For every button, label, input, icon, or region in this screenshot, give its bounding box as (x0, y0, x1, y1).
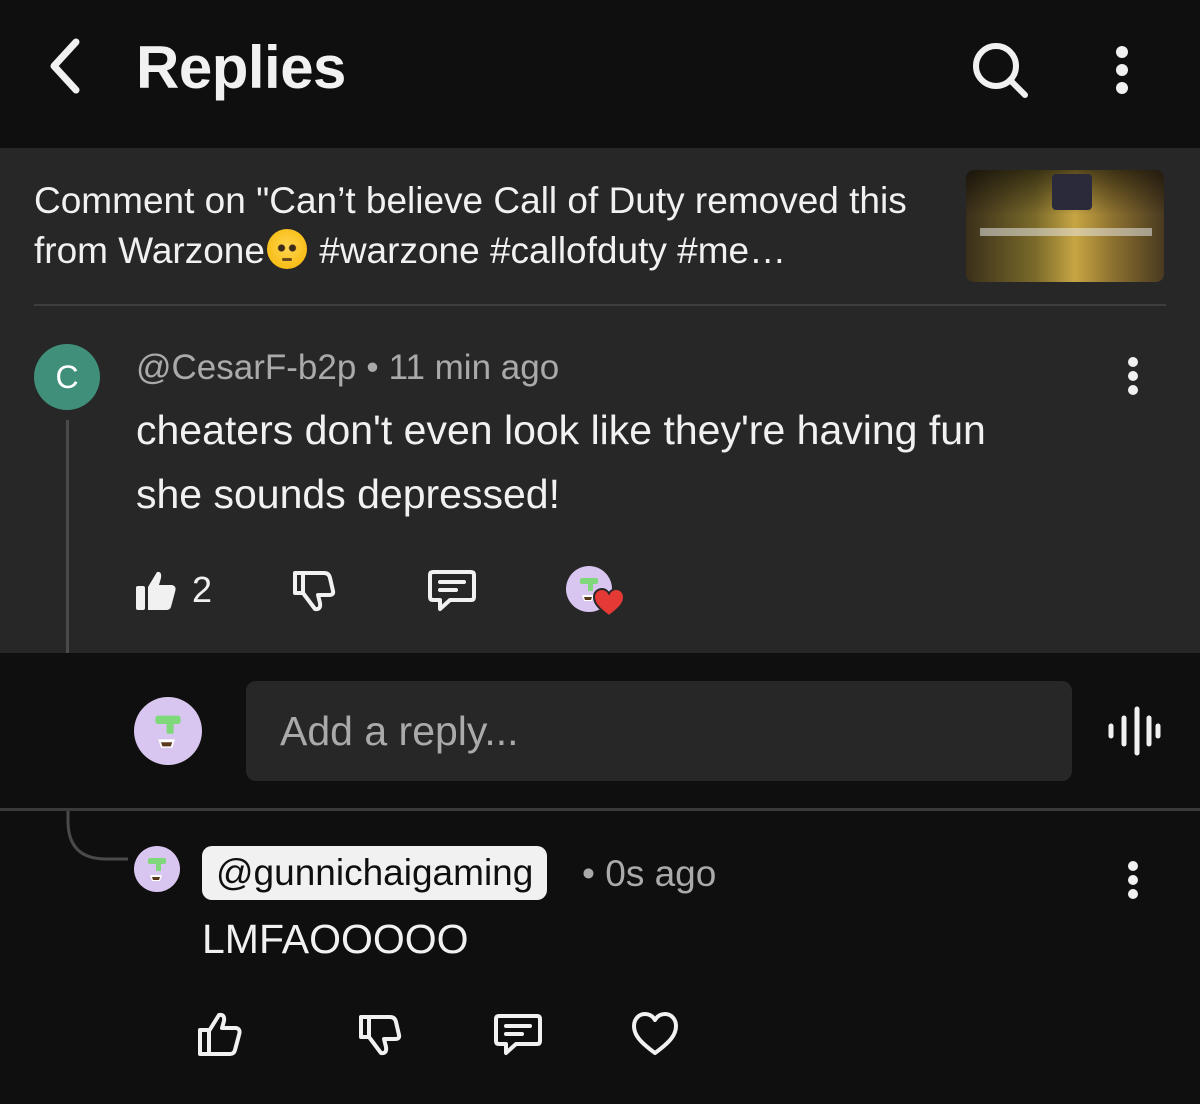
avatar[interactable]: C (34, 344, 100, 410)
thumbs-up-filled-icon (136, 571, 176, 610)
water-gun-tea-icon (148, 858, 166, 881)
voice-input-button[interactable] (1104, 703, 1164, 759)
comment-icon (494, 1014, 542, 1055)
page-title: Replies (136, 34, 346, 101)
avatar[interactable] (134, 846, 180, 892)
reply-more-button[interactable] (1112, 852, 1154, 908)
creator-heart-badge (566, 566, 628, 620)
more-vertical-icon (1128, 357, 1138, 395)
back-button[interactable] (36, 28, 96, 104)
thumbs-up-icon (198, 1012, 242, 1056)
meta-separator: • (366, 348, 379, 387)
avatar[interactable] (134, 697, 202, 765)
comment-text: cheaters don't even look like they're ha… (136, 398, 1126, 526)
comment-text-line: cheaters don't even look like they're ha… (136, 407, 986, 453)
heart-outline-icon (632, 1012, 678, 1055)
video-thumbnail[interactable] (966, 170, 1164, 282)
thumbs-down-icon (293, 571, 336, 612)
like-button[interactable] (196, 1004, 244, 1064)
reply-input[interactable] (246, 681, 1072, 781)
more-vertical-icon (1116, 46, 1128, 94)
search-button[interactable] (962, 32, 1038, 108)
thread-line (66, 420, 69, 653)
like-button[interactable]: 2 (134, 560, 212, 620)
thumbnail-figure (1052, 174, 1092, 210)
search-icon (973, 43, 1028, 98)
like-count: 2 (192, 569, 213, 610)
comment-icon (428, 570, 476, 611)
reply-text: LMFAOOOOO (202, 916, 469, 962)
reply-composer (0, 653, 1200, 809)
reply-connector-line (66, 811, 128, 861)
video-context-hashtags: #warzone #callofduty #me… (308, 230, 787, 271)
reply-button[interactable] (428, 560, 476, 620)
comment-actions: 2 (134, 560, 654, 620)
top-app-bar: Replies (0, 0, 1200, 148)
dislike-button[interactable] (290, 560, 336, 620)
water-gun-tea-icon (155, 715, 181, 748)
comment-meta: @CesarF-b2p • 11 min ago (136, 346, 559, 390)
flushed-face-emoji (266, 229, 307, 269)
meta-separator: • (582, 853, 595, 894)
thumbnail-hud-bar (980, 228, 1152, 236)
more-options-button[interactable] (1096, 32, 1148, 108)
reply-button[interactable] (494, 1004, 542, 1064)
voice-waveform-icon (1108, 706, 1161, 756)
comment-text-line: she sounds depressed! (136, 471, 560, 517)
divider (0, 808, 1200, 811)
more-vertical-icon (1128, 861, 1138, 899)
heart-icon (592, 588, 626, 618)
chevron-left-icon (50, 38, 80, 94)
video-context[interactable]: Comment on "Can’t believe Call of Duty r… (34, 176, 934, 276)
divider (34, 304, 1166, 306)
comment-author[interactable]: @CesarF-b2p (136, 348, 356, 387)
reply-actions (196, 1004, 716, 1064)
dislike-button[interactable] (356, 1004, 402, 1064)
reply-meta: • 0s ago (582, 852, 716, 896)
reply-time: 0s ago (605, 853, 717, 894)
comment-time: 11 min ago (388, 348, 560, 387)
reply-author-handle[interactable]: @gunnichaigaming (202, 846, 548, 900)
comment-more-button[interactable] (1112, 348, 1154, 404)
parent-comment-panel: Comment on "Can’t believe Call of Duty r… (0, 148, 1200, 653)
heart-button[interactable] (630, 1004, 680, 1064)
avatar-letter: C (55, 358, 79, 395)
thumbs-down-icon (359, 1015, 402, 1056)
